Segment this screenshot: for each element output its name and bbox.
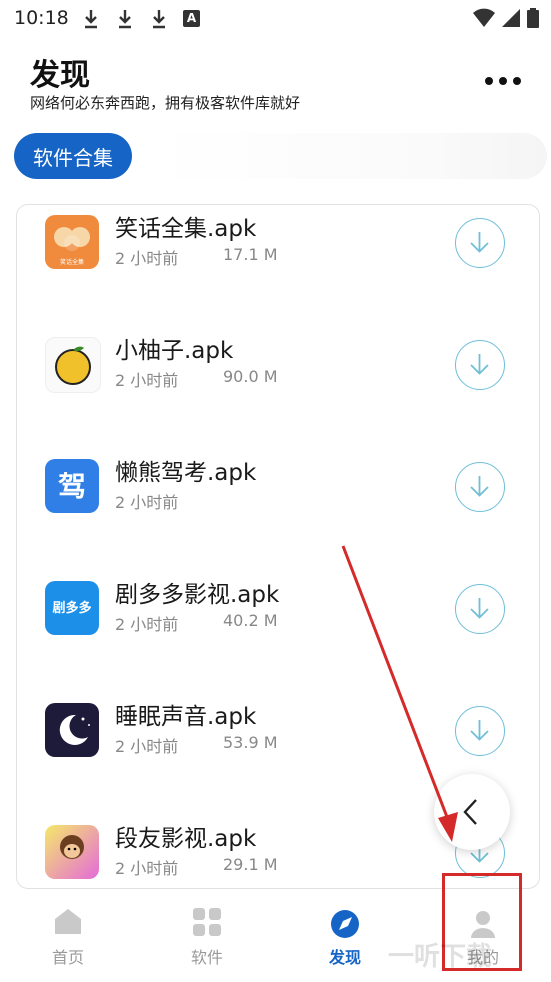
watermark: 一听下载 [388,942,493,972]
annotation-arrow [341,545,458,842]
